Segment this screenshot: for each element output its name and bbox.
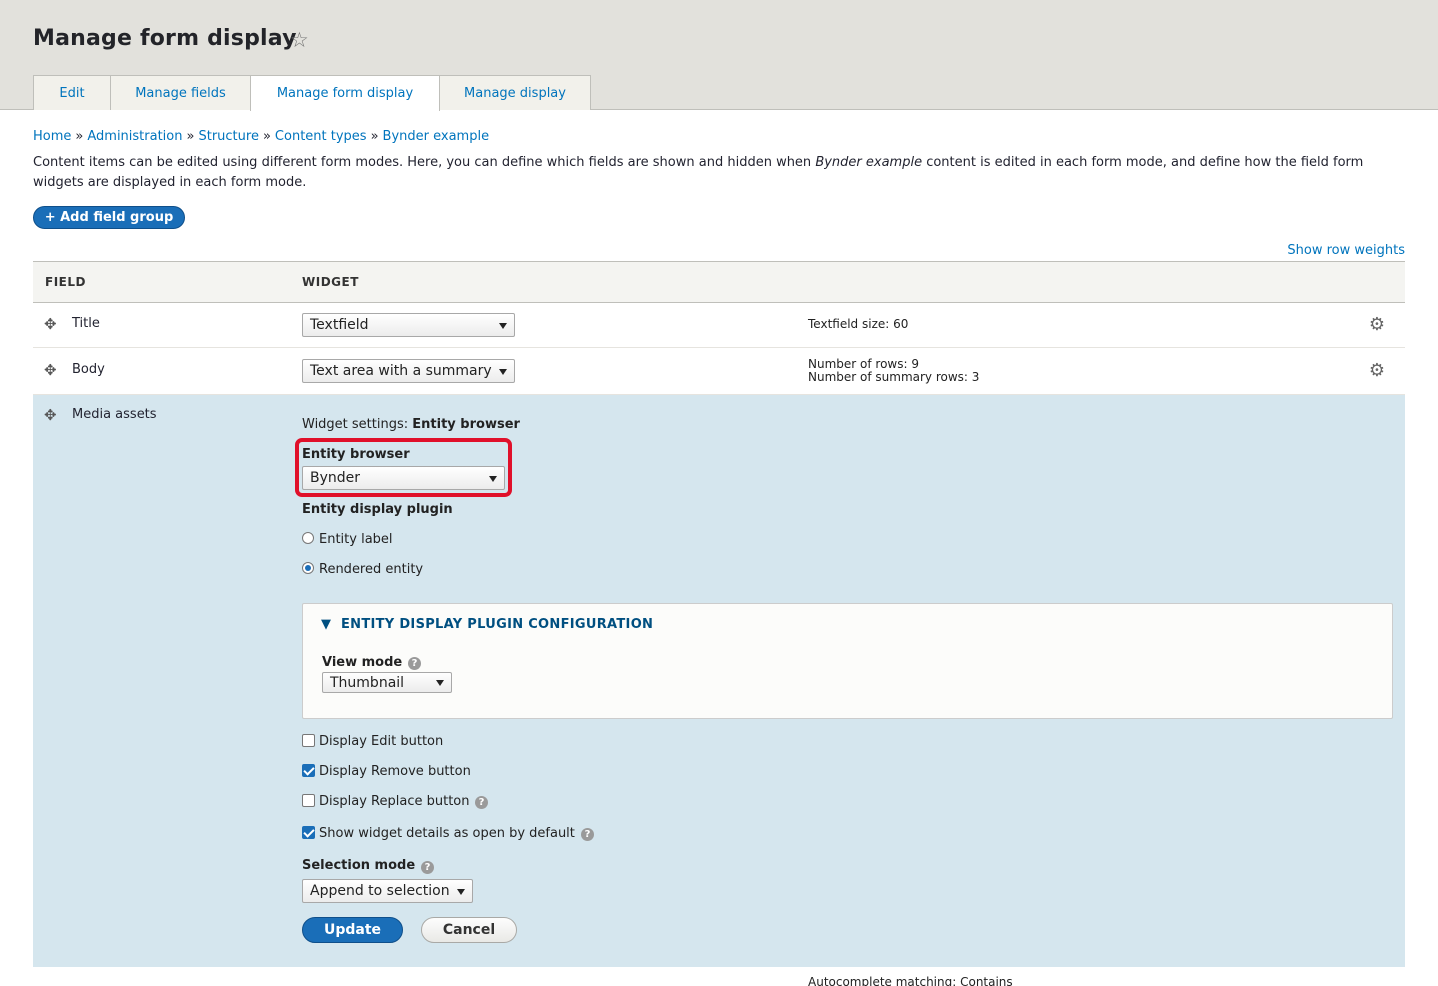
triangle-down-icon [489,476,497,482]
breadcrumb-separator: » [370,129,379,144]
move-arrows-icon[interactable]: ✥ [44,315,57,333]
entity-display-plugin-label: Entity display plugin [302,502,453,517]
rendered-entity-radio[interactable] [302,562,314,574]
display-edit-button-checkbox[interactable] [302,734,315,747]
triangle-down-icon: ▼ [321,617,332,632]
table-row: ✥ Title Textfield Textfield size: 60 ⚙ [33,303,1405,348]
breadcrumb-separator: » [75,129,84,144]
field-label: Title [72,316,100,331]
checkbox-label[interactable]: Display Remove button [319,764,471,779]
widget-select[interactable]: Textfield [302,313,515,337]
gear-icon[interactable]: ⚙ [1369,360,1385,381]
field-label: Body [72,362,105,377]
widget-summary: Textfield size: 60 [808,317,909,331]
content-type-name: Bynder example [815,155,923,170]
question-icon[interactable]: ? [408,657,421,670]
entity-display-plugin-configuration: ▼ ENTITY DISPLAY PLUGIN CONFIGURATION Vi… [302,603,1393,719]
widget-summary: Autocomplete matching: Contains [808,975,1013,986]
entity-label-radio-label[interactable]: Entity label [319,532,393,547]
page-header: Manage form display ☆ Edit Manage fields… [0,0,1438,111]
gear-icon[interactable]: ⚙ [1369,314,1385,335]
widget-select[interactable]: Text area with a summary [302,359,515,383]
tab-manage-fields[interactable]: Manage fields [110,75,251,110]
triangle-down-icon [436,680,444,686]
page-title: Manage form display [33,26,297,51]
checkbox-label[interactable]: Display Edit button [319,734,443,749]
triangle-down-icon [499,323,507,329]
display-replace-button-checkbox[interactable] [302,794,315,807]
add-field-group-button[interactable]: + Add field group [33,206,185,229]
display-remove-button-checkbox[interactable] [302,764,315,777]
show-row-weights-link[interactable]: Show row weights [1287,243,1405,258]
tab-edit[interactable]: Edit [33,75,111,110]
entity-browser-select[interactable]: Bynder [302,466,505,490]
checkbox-label[interactable]: Show widget details as open by default [319,826,575,841]
selection-mode-label: Selection mode [302,858,416,873]
question-icon[interactable]: ? [421,861,434,874]
widget-summary: Number of rows: 9 Number of summary rows… [808,357,980,384]
view-mode-select[interactable]: Thumbnail [322,672,452,693]
page-description: Content items can be edited using differ… [33,155,1364,190]
triangle-down-icon [499,369,507,375]
selection-mode-select[interactable]: Append to selection [302,879,473,903]
tab-manage-display[interactable]: Manage display [439,75,591,110]
field-label: Media assets [72,407,157,422]
breadcrumb-separator: » [186,129,195,144]
update-button[interactable]: Update [302,917,403,943]
breadcrumb-administration[interactable]: Administration [87,129,182,144]
table-header: FIELD WIDGET [33,261,1405,303]
column-header-field: FIELD [45,275,86,289]
breadcrumb-content-types[interactable]: Content types [275,129,367,144]
breadcrumb-structure[interactable]: Structure [198,129,258,144]
entity-browser-label: Entity browser [302,447,410,462]
move-arrows-icon[interactable]: ✥ [44,406,57,424]
breadcrumb-separator: » [262,129,271,144]
view-mode-label: View mode [322,655,403,670]
triangle-down-icon [457,889,465,895]
primary-tabs: Edit Manage fields Manage form display M… [33,75,591,111]
column-header-widget: WIDGET [302,275,359,289]
move-arrows-icon[interactable]: ✥ [44,361,57,379]
entity-label-radio[interactable] [302,532,314,544]
checkbox-label[interactable]: Display Replace button [319,794,469,809]
rendered-entity-radio-label[interactable]: Rendered entity [319,562,423,577]
question-icon[interactable]: ? [581,828,594,841]
table-row: ✥ Body Text area with a summary Number o… [33,348,1405,395]
tab-manage-form-display[interactable]: Manage form display [250,75,440,111]
breadcrumb-home[interactable]: Home [33,129,71,144]
cancel-button[interactable]: Cancel [421,917,517,943]
star-icon[interactable]: ☆ [290,28,309,52]
breadcrumb: Home» Administration» Structure» Content ty… [33,129,489,144]
question-icon[interactable]: ? [475,796,488,809]
details-summary[interactable]: ▼ ENTITY DISPLAY PLUGIN CONFIGURATION [321,617,653,632]
show-widget-details-open-checkbox[interactable] [302,826,315,839]
widget-settings-heading: Widget settings: Entity browser [302,417,520,432]
breadcrumb-bynder-example[interactable]: Bynder example [383,129,490,144]
